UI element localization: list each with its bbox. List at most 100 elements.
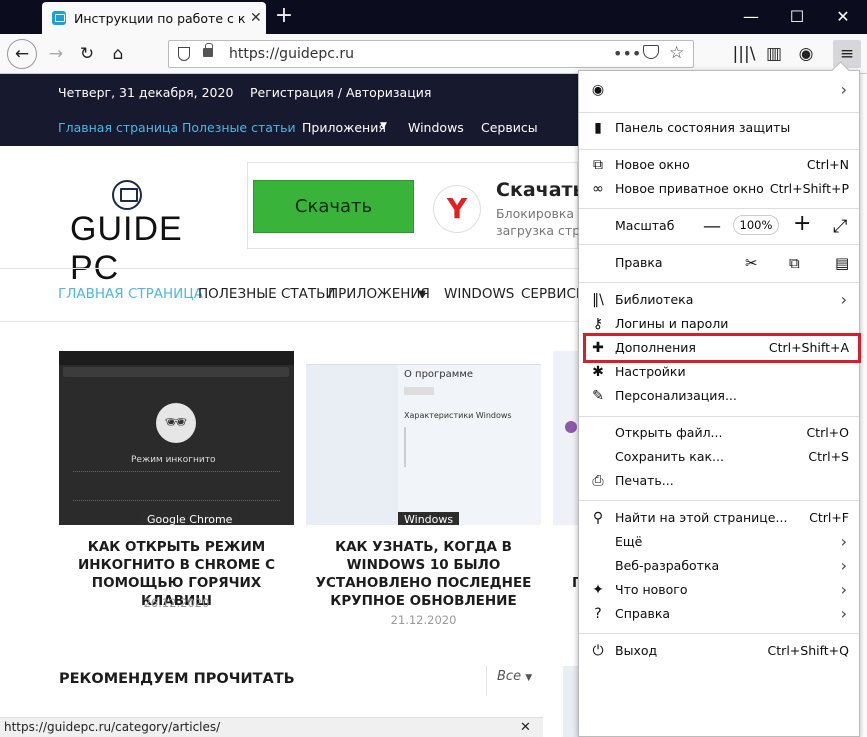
fullscreen-icon[interactable]: ⤢: [833, 217, 847, 237]
main-nav-apps[interactable]: ПРИЛОЖЕНИЯ: [328, 286, 430, 302]
menu-label: Открыть файл...: [615, 425, 723, 440]
screenshot-urlbar: [63, 367, 289, 377]
menu-webdev[interactable]: Веб-разработка ›: [579, 554, 859, 578]
page-actions-icon[interactable]: •••: [613, 44, 641, 63]
menu-label: Сохранить как...: [615, 449, 724, 464]
menu-help[interactable]: ? Справка ›: [579, 602, 859, 626]
tab-bar: Инструкции по работе с комп ✕ + — ☐ ✕: [0, 0, 867, 34]
card-tag[interactable]: Windows: [398, 512, 460, 525]
top-nav-services[interactable]: Сервисы: [481, 120, 538, 135]
filter-dropdown[interactable]: Все ▼: [497, 669, 532, 684]
top-nav-home[interactable]: Главная страница: [58, 120, 178, 135]
site-logo[interactable]: GUIDE PC: [70, 180, 220, 287]
article-card-image[interactable]: [553, 351, 578, 525]
menu-shortcut: Ctrl+Shift+P: [769, 181, 849, 196]
card-title[interactable]: Как узнать, когда в Windows 10 было уста…: [306, 538, 541, 610]
gear-icon: ✱: [592, 364, 604, 380]
menu-edit: Правка ✂ ⧉ ▤: [579, 251, 859, 275]
browser-tab[interactable]: Инструкции по работе с комп ✕: [42, 2, 266, 34]
chevron-right-icon: ›: [840, 556, 847, 575]
new-tab-button[interactable]: +: [272, 4, 296, 30]
menu-whatsnew[interactable]: ✦ Что нового ›: [579, 578, 859, 602]
minimize-button[interactable]: —: [728, 0, 774, 34]
paste-icon[interactable]: ▤: [835, 251, 849, 275]
ad-banner[interactable]: Скачать Y Скачать Блокировка о загрузка …: [247, 162, 588, 249]
menu-label: Ещё: [615, 534, 643, 549]
menu-find[interactable]: ⚲ Найти на этой странице... Ctrl+F: [579, 506, 859, 530]
filter-label: Все: [497, 669, 522, 684]
address-bar[interactable]: https://guidepc.ru ••• ☆: [168, 40, 694, 68]
back-button[interactable]: ←: [7, 39, 37, 69]
menu-save-as[interactable]: Сохранить как... Ctrl+S: [579, 445, 859, 469]
menu-account[interactable]: ◉ ›: [579, 78, 859, 102]
menu-shortcut: Ctrl+Shift+Q: [767, 643, 849, 658]
menu-print[interactable]: ⎙ Печать...: [579, 469, 859, 493]
tab-title: Инструкции по работе с комп: [74, 10, 246, 26]
main-nav-windows[interactable]: WINDOWS: [444, 286, 514, 302]
help-icon: ?: [594, 606, 602, 622]
library-icon[interactable]: |||\: [730, 40, 758, 68]
menu-label: Правка: [615, 255, 663, 270]
screenshot-body: [73, 471, 280, 501]
menu-open-file[interactable]: Открыть файл... Ctrl+O: [579, 421, 859, 445]
menu-label: Новое окно: [615, 157, 690, 172]
copy-icon[interactable]: ⧉: [789, 251, 800, 275]
reload-button[interactable]: ↻: [73, 40, 101, 68]
ad-line-1: Блокировка о: [496, 206, 586, 221]
menu-library[interactable]: ‖\ Библиотека ›: [579, 288, 859, 312]
main-nav-home[interactable]: ГЛАВНАЯ СТРАНИЦА: [58, 286, 203, 302]
top-nav-windows[interactable]: Windows: [408, 120, 464, 135]
site-date: Четверг, 31 декабря, 2020: [58, 85, 234, 100]
close-tab-icon[interactable]: ✕: [250, 10, 262, 26]
top-nav-articles[interactable]: Полезные статьи: [182, 120, 296, 135]
card-tag[interactable]: Google Chrome: [141, 512, 239, 525]
menu-exit[interactable]: ⏻ Выход Ctrl+Shift+Q: [579, 639, 859, 663]
chevron-right-icon: ›: [840, 604, 847, 623]
menu-new-window[interactable]: ⧉ Новое окно Ctrl+N: [579, 153, 859, 177]
menu-label: Панель состояния защиты: [615, 120, 791, 135]
printer-icon: ⎙: [592, 473, 604, 489]
main-nav-articles[interactable]: ПОЛЕЗНЫЕ СТАТЬИ: [198, 286, 336, 302]
top-nav-apps[interactable]: Приложения: [302, 120, 386, 135]
zoom-out-button[interactable]: —: [703, 217, 721, 237]
menu-label: Справка: [615, 606, 671, 621]
sidebar-icon[interactable]: ▥: [760, 40, 788, 68]
menu-protection[interactable]: ▮ Панель состояния защиты: [579, 116, 859, 140]
menu-label: Найти на этой странице...: [615, 510, 788, 525]
menu-label: Настройки: [615, 364, 686, 379]
home-button[interactable]: ⌂: [104, 40, 132, 68]
close-icon[interactable]: ✕: [520, 718, 531, 737]
auth-link[interactable]: Регистрация / Авторизация: [250, 85, 431, 100]
key-icon: ⚷: [592, 316, 604, 332]
article-card-image[interactable]: О программе Характеристики Windows Windo…: [306, 351, 541, 525]
tracking-protection-icon[interactable]: [178, 47, 190, 61]
account-icon: ◉: [591, 82, 605, 98]
article-card-image[interactable]: 🕶 Режим инкогнито Google Chrome: [59, 351, 294, 525]
close-window-button[interactable]: ✕: [820, 0, 866, 34]
ad-download-button[interactable]: Скачать: [253, 180, 414, 233]
menu-more[interactable]: Ещё ›: [579, 530, 859, 554]
menu-settings[interactable]: ✱ Настройки: [579, 360, 859, 384]
maximize-button[interactable]: ☐: [774, 0, 820, 34]
url-text[interactable]: https://guidepc.ru: [229, 46, 354, 62]
bookmark-star-icon[interactable]: ☆: [669, 43, 684, 63]
cut-icon[interactable]: ✂: [745, 251, 758, 275]
account-icon[interactable]: ◉: [792, 40, 820, 68]
yandex-logo-icon: Y: [434, 186, 480, 232]
site-favicon-icon: [52, 11, 66, 25]
screenshot-titlebar: [306, 351, 541, 365]
pocket-icon[interactable]: [643, 45, 659, 59]
zoom-reset-button[interactable]: 100%: [733, 215, 779, 235]
menu-private-window[interactable]: ∞ Новое приватное окно Ctrl+Shift+P: [579, 177, 859, 201]
lock-icon[interactable]: [203, 43, 213, 57]
menu-zoom: Масштаб — 100% + ⤢: [579, 211, 859, 241]
divider: [0, 321, 578, 322]
forward-button[interactable]: →: [42, 40, 70, 68]
ad-line-2: загрузка стра: [496, 223, 588, 238]
zoom-in-button[interactable]: +: [793, 213, 811, 235]
status-url: https://guidepc.ru/category/articles/: [4, 720, 221, 734]
search-icon: ⚲: [592, 510, 604, 526]
divider: [486, 666, 487, 696]
site-header: Четверг, 31 декабря, 2020 Регистрация / …: [0, 74, 578, 146]
menu-customize[interactable]: ✎ Персонализация...: [579, 384, 859, 408]
